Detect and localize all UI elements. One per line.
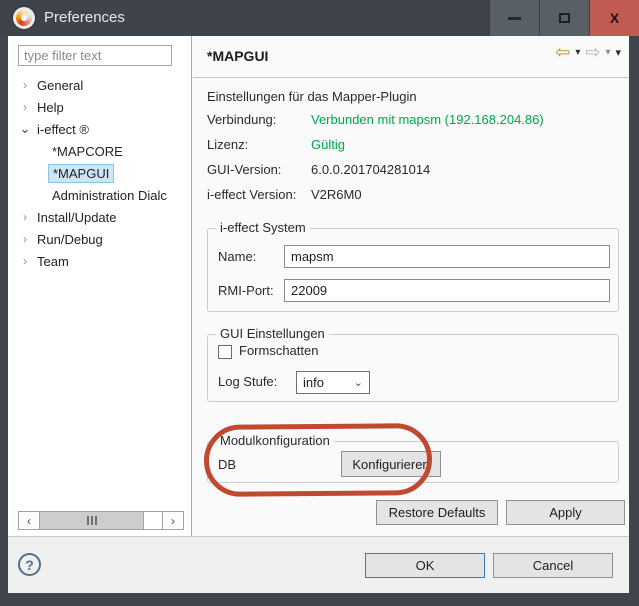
log-stufe-label: Log Stufe:	[218, 374, 277, 389]
verbindung-value: Verbunden mit mapsm (192.168.204.86)	[311, 112, 544, 137]
help-icon: ?	[25, 557, 34, 573]
back-history-caret-icon[interactable]: ▾	[575, 47, 580, 58]
ok-button[interactable]: OK	[365, 553, 485, 578]
sidebar-item-label-selected: *MAPGUI	[48, 164, 114, 183]
chevron-right-icon[interactable]: ›	[18, 100, 32, 114]
content-panel: *MAPGUI ⇦ ▾ ⇨ ▾ ▾ Einstellungen für das …	[193, 36, 629, 536]
group-title: Modulkonfiguration	[216, 433, 334, 448]
scroll-left-icon: ‹	[27, 514, 31, 528]
info-row-verbindung: Verbindung: Verbunden mit mapsm (192.168…	[207, 112, 619, 137]
sidebar-item-label: General	[37, 78, 83, 93]
close-icon: X	[610, 10, 619, 26]
window-title: Preferences	[44, 0, 125, 36]
cancel-button[interactable]: Cancel	[493, 553, 613, 578]
horizontal-scrollbar[interactable]: ‹ ›	[18, 511, 184, 530]
sidebar-item-label: Team	[37, 254, 69, 269]
app-logo-icon	[13, 7, 35, 29]
sidebar-item-label: Help	[37, 100, 64, 115]
dialog-button-bar: ? OK Cancel	[8, 536, 629, 593]
scrollbar-thumb[interactable]	[40, 512, 144, 529]
scroll-right-icon: ›	[171, 514, 175, 528]
preferences-tree: › General › Help ⌄ i-effect ® *MAPCORE *…	[8, 74, 190, 272]
filter-input[interactable]	[18, 45, 172, 66]
restore-defaults-button[interactable]: Restore Defaults	[376, 500, 498, 525]
ieffect-version-value: V2R6M0	[311, 187, 362, 212]
plugin-description: Einstellungen für das Mapper-Plugin	[207, 89, 417, 104]
sidebar: › General › Help ⌄ i-effect ® *MAPCORE *…	[8, 36, 192, 536]
scroll-left-button[interactable]: ‹	[19, 512, 40, 529]
formschatten-label: Formschatten	[239, 343, 318, 358]
apply-button[interactable]: Apply	[506, 500, 625, 525]
back-arrow-icon[interactable]: ⇦	[555, 42, 570, 63]
group-i-effect-system: i-effect System Name: RMI-Port:	[207, 228, 619, 312]
page-navigation: ⇦ ▾ ⇨ ▾ ▾	[550, 42, 621, 63]
chevron-down-icon: ⌄	[354, 376, 363, 389]
sidebar-item-run-debug[interactable]: › Run/Debug	[8, 228, 190, 250]
name-field[interactable]	[284, 245, 610, 268]
sidebar-item-install-update[interactable]: › Install/Update	[8, 206, 190, 228]
db-label: DB	[218, 457, 236, 472]
sidebar-item-i-effect[interactable]: ⌄ i-effect ®	[8, 118, 190, 140]
sidebar-item-label: Run/Debug	[37, 232, 103, 247]
grip-icon	[87, 516, 97, 525]
verbindung-label: Verbindung:	[207, 112, 311, 137]
logo-dot	[21, 15, 27, 21]
client-area: › General › Help ⌄ i-effect ® *MAPCORE *…	[8, 36, 629, 593]
info-row-lizenz: Lizenz: Gültig	[207, 137, 619, 162]
name-label: Name:	[218, 249, 256, 264]
lizenz-label: Lizenz:	[207, 137, 311, 162]
log-stufe-value: info	[303, 375, 324, 390]
sidebar-item-mapcore[interactable]: *MAPCORE	[8, 140, 190, 162]
scrollbar-track[interactable]	[144, 512, 162, 529]
sidebar-item-label: Install/Update	[37, 210, 117, 225]
chevron-down-icon[interactable]: ⌄	[18, 121, 32, 137]
sidebar-item-label: Administration Dialc	[52, 188, 167, 203]
sidebar-item-team[interactable]: › Team	[8, 250, 190, 272]
sidebar-item-label: i-effect ®	[37, 122, 89, 137]
konfigurieren-button[interactable]: Konfigurieren	[341, 451, 441, 477]
view-menu-caret-icon[interactable]: ▾	[615, 46, 621, 59]
group-modulkonfiguration: Modulkonfiguration DB Konfigurieren	[207, 441, 619, 483]
rmi-port-field[interactable]	[284, 279, 610, 302]
sidebar-item-administration-dialog[interactable]: Administration Dialc	[8, 184, 190, 206]
chevron-right-icon[interactable]: ›	[18, 232, 32, 246]
content-header: *MAPGUI ⇦ ▾ ⇨ ▾ ▾	[193, 36, 629, 78]
formschatten-checkbox[interactable]	[218, 345, 232, 359]
sidebar-item-help[interactable]: › Help	[8, 96, 190, 118]
group-title: i-effect System	[216, 220, 310, 235]
help-button[interactable]: ?	[18, 553, 41, 576]
page-title: *MAPGUI	[207, 48, 268, 64]
info-row-ieffect-version: i-effect Version: V2R6M0	[207, 187, 619, 212]
chevron-right-icon[interactable]: ›	[18, 78, 32, 92]
forward-history-caret-icon[interactable]: ▾	[605, 47, 610, 58]
chevron-right-icon[interactable]: ›	[18, 254, 32, 268]
gui-version-label: GUI-Version:	[207, 162, 311, 187]
maximize-icon	[559, 13, 570, 23]
sidebar-item-general[interactable]: › General	[8, 74, 190, 96]
group-title: GUI Einstellungen	[216, 326, 329, 341]
close-button[interactable]: X	[589, 0, 639, 36]
scroll-right-button[interactable]: ›	[162, 512, 183, 529]
rmi-port-label: RMI-Port:	[218, 283, 274, 298]
titlebar[interactable]: Preferences X	[0, 0, 639, 36]
group-gui-einstellungen: GUI Einstellungen Formschatten Log Stufe…	[207, 334, 619, 402]
maximize-button[interactable]	[539, 0, 589, 36]
ieffect-version-label: i-effect Version:	[207, 187, 311, 212]
sidebar-item-mapgui[interactable]: *MAPGUI	[8, 162, 190, 184]
log-stufe-select[interactable]: info ⌄	[296, 371, 370, 394]
minimize-icon	[508, 17, 521, 20]
sidebar-item-label: *MAPCORE	[52, 144, 123, 159]
status-info: Verbindung: Verbunden mit mapsm (192.168…	[207, 112, 619, 212]
info-row-gui-version: GUI-Version: 6.0.0.201704281014	[207, 162, 619, 187]
gui-version-value: 6.0.0.201704281014	[311, 162, 430, 187]
lizenz-value: Gültig	[311, 137, 345, 162]
preferences-window: Preferences X › General ›	[0, 0, 639, 606]
minimize-button[interactable]	[489, 0, 539, 36]
window-controls: X	[489, 0, 639, 36]
forward-arrow-icon[interactable]: ⇨	[585, 42, 600, 63]
chevron-right-icon[interactable]: ›	[18, 210, 32, 224]
